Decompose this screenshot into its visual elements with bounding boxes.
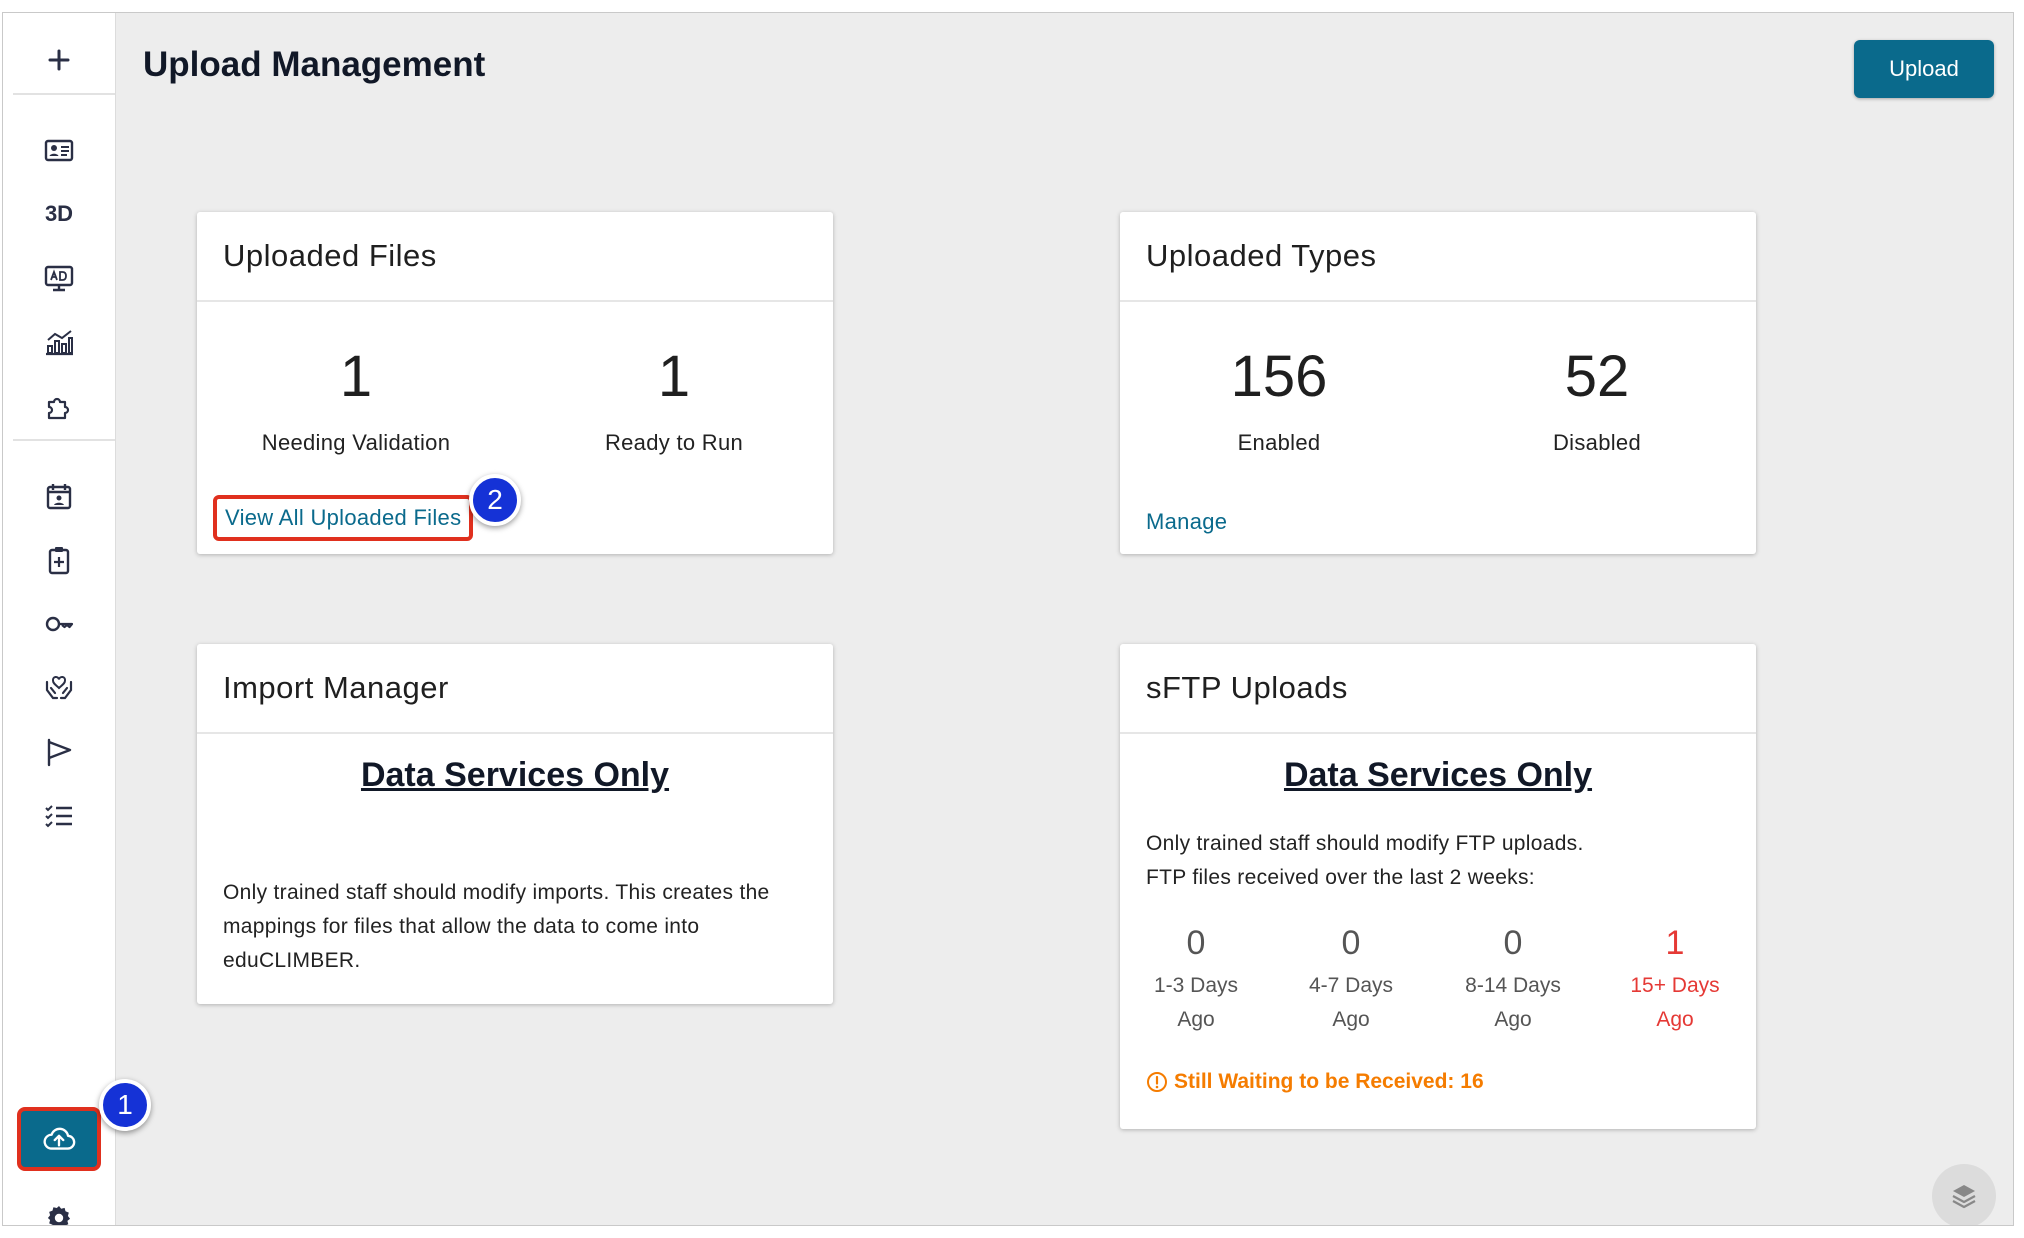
ftp-label-line: 1-3 Days [1153, 974, 1239, 997]
id-card-icon [44, 139, 74, 162]
stat-label: Needing Validation [261, 430, 451, 455]
card-title: sFTP Uploads [1120, 644, 1756, 734]
ftp-label: 4-7 Days Ago [1281, 969, 1421, 1037]
layers-icon [1952, 1185, 1976, 1209]
view-all-uploaded-files-link[interactable]: View All Uploaded Files [213, 495, 474, 541]
stat-label: Ready to Run [604, 430, 744, 455]
puzzle-icon [47, 397, 70, 420]
cloud-upload-icon [43, 1127, 76, 1150]
calendar-user-icon [46, 484, 72, 510]
sftp-description: Only trained staff should modify FTP upl… [1146, 827, 1730, 895]
stat-value: 1 [657, 344, 691, 409]
stat-value: 1 [339, 344, 373, 409]
ftp-label: 15+ Days Ago [1605, 969, 1745, 1037]
sidebar-item-checklists[interactable] [3, 789, 115, 843]
stat-ready-to-run: 1 Ready to Run [555, 348, 793, 456]
waiting-warning: Still Waiting to be Received: 16 [1146, 1070, 1484, 1094]
ftp-count: 0 [1186, 924, 1206, 962]
ftp-label: 8-14 Days Ago [1443, 969, 1583, 1037]
uploaded-files-card: Uploaded Files 1 Needing Validation 1 Re… [197, 212, 833, 554]
import-manager-card: Import Manager Data Services Only Only t… [197, 644, 833, 1004]
ftp-label-line: Ago [1494, 1008, 1532, 1031]
sidebar-item-assessments[interactable] [3, 533, 115, 587]
stat-value: 52 [1564, 344, 1630, 409]
stat-value: 156 [1230, 344, 1328, 409]
gear-icon [47, 1206, 71, 1225]
flag-icon [47, 738, 72, 767]
ftp-bucket-15-plus-days: 1 15+ Days Ago [1605, 924, 1745, 1037]
step-marker-1: 1 [99, 1079, 151, 1131]
layers-button[interactable] [1932, 1164, 1996, 1225]
stat-disabled: 52 Disabled [1478, 348, 1716, 456]
app-window: 3D 1 Upload Management Upload Uploaded F… [2, 12, 2014, 1226]
ftp-bucket-4-7-days: 0 4-7 Days Ago [1281, 924, 1421, 1037]
ftp-label-line: 4-7 Days [1308, 974, 1394, 997]
data-services-only-heading[interactable]: Data Services Only [197, 756, 833, 795]
sidebar-item-integrations[interactable] [3, 379, 115, 433]
card-title: Import Manager [197, 644, 833, 734]
sidebar-item-profiles[interactable] [3, 123, 115, 177]
ftp-label-line: Ago [1332, 1008, 1370, 1031]
sidebar-divider [13, 93, 115, 95]
sidebar-item-support[interactable] [3, 661, 115, 715]
sidebar-item-settings[interactable] [3, 1193, 115, 1225]
sidebar-divider [13, 439, 115, 441]
ftp-count: 0 [1503, 924, 1523, 962]
chart-icon [46, 330, 73, 356]
uploaded-types-card: Uploaded Types 156 Enabled 52 Disabled M… [1120, 212, 1756, 554]
ftp-bucket-8-14-days: 0 8-14 Days Ago [1443, 924, 1583, 1037]
data-services-only-heading[interactable]: Data Services Only [1120, 756, 1756, 795]
stat-label: Disabled [1552, 430, 1641, 455]
3d-label: 3D [44, 201, 74, 226]
ftp-count: 0 [1341, 924, 1361, 962]
card-title: Uploaded Types [1120, 212, 1756, 302]
sidebar: 3D [3, 13, 116, 1225]
stat-enabled: 156 Enabled [1160, 348, 1398, 456]
ftp-label-line: 8-14 Days [1465, 974, 1561, 997]
page-title: Upload Management [143, 45, 486, 84]
ftp-count: 1 [1665, 924, 1685, 962]
plus-icon [48, 49, 70, 71]
sidebar-item-3d[interactable]: 3D [3, 187, 115, 241]
ftp-label-line: Ago [1656, 1008, 1694, 1031]
key-icon [45, 616, 74, 632]
upload-button[interactable]: Upload [1854, 40, 1994, 98]
alert-circle-icon [1147, 1072, 1167, 1092]
sidebar-item-access[interactable] [3, 597, 115, 651]
sidebar-item-upload[interactable] [17, 1107, 101, 1171]
ftp-label-line: Ago [1177, 1008, 1215, 1031]
sidebar-item-calendar[interactable] [3, 469, 115, 523]
import-description: Only trained staff should modify imports… [223, 881, 770, 972]
sidebar-item-ad[interactable] [3, 251, 115, 305]
sidebar-item-analytics[interactable] [3, 315, 115, 369]
waiting-warning-text: Still Waiting to be Received: 16 [1174, 1070, 1484, 1093]
ftp-label-line: 15+ Days [1630, 974, 1720, 997]
sftp-description-line-2: FTP files received over the last 2 weeks… [1146, 866, 1535, 889]
step-marker-2: 2 [469, 474, 521, 526]
sidebar-item-flags[interactable] [3, 725, 115, 779]
checklist-icon [45, 805, 72, 828]
manage-link[interactable]: Manage [1146, 509, 1227, 535]
clipboard-icon [48, 547, 70, 575]
sftp-description-line-1: Only trained staff should modify FTP upl… [1146, 832, 1584, 855]
card-title: Uploaded Files [197, 212, 833, 302]
stat-needing-validation: 1 Needing Validation [237, 348, 475, 456]
ftp-label: 1-3 Days Ago [1126, 969, 1266, 1037]
monitor-ad-icon [44, 265, 74, 292]
stat-label: Enabled [1237, 430, 1321, 455]
hands-heart-icon [45, 675, 73, 700]
sftp-uploads-card: sFTP Uploads Data Services Only Only tra… [1120, 644, 1756, 1129]
add-button[interactable] [3, 33, 115, 87]
ftp-bucket-1-3-days: 0 1-3 Days Ago [1126, 924, 1266, 1037]
